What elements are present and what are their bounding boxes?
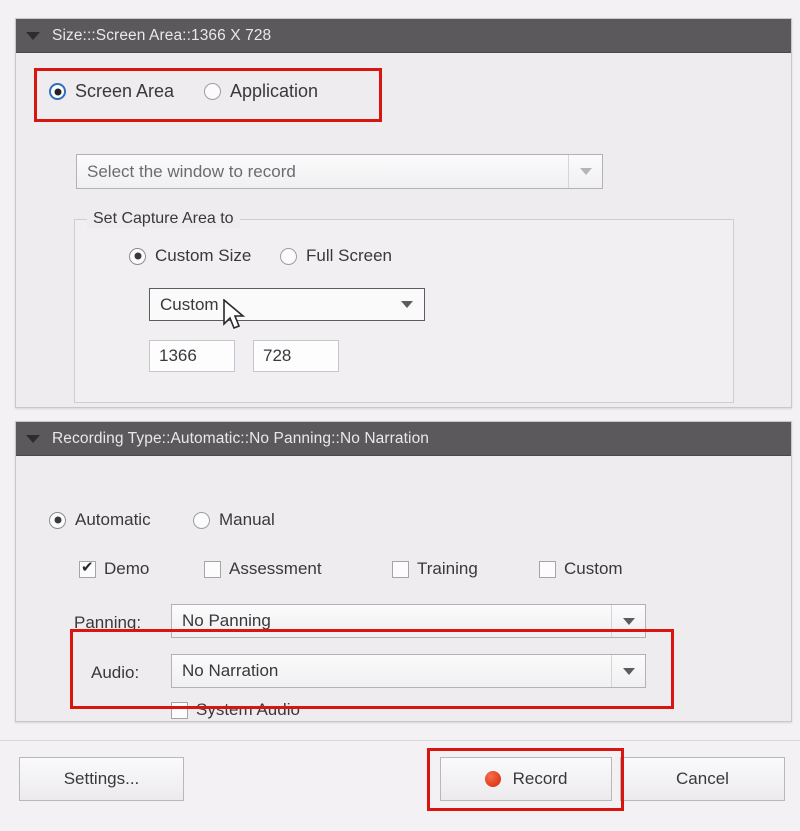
audio-label: Audio: (91, 663, 140, 682)
settings-button-label: Settings... (63, 769, 140, 788)
radio-custom-size[interactable]: Custom Size (129, 246, 251, 266)
checkbox-demo[interactable]: Demo (79, 559, 149, 579)
checkbox-training[interactable]: Training (392, 559, 478, 579)
capture-height-input[interactable]: 728 (253, 340, 339, 372)
checkbox-assessment[interactable]: Assessment (204, 559, 322, 579)
recording-panel-body: Automatic Manual Demo Assessment Trainin… (16, 456, 791, 721)
radio-automatic-label: Automatic (75, 510, 151, 529)
radio-manual-label: Manual (219, 510, 275, 529)
checkbox-demo-label: Demo (104, 559, 150, 578)
capture-width-input[interactable]: 1366 (149, 340, 235, 372)
radio-full-screen-dot[interactable] (280, 247, 297, 265)
radio-manual[interactable]: Manual (193, 510, 275, 530)
radio-screen-area-label: Screen Area (75, 81, 175, 101)
capture-area-legend: Set Capture Area to (87, 210, 240, 228)
recording-panel-header[interactable]: Recording Type::Automatic::No Panning::N… (16, 422, 791, 456)
checkbox-system-audio[interactable]: System Audio (171, 700, 300, 720)
capture-preset-arrow-cell[interactable] (390, 289, 424, 320)
triangle-down-icon[interactable] (26, 31, 40, 40)
capture-area-fieldset: Set Capture Area to Custom Size Full Scr… (74, 210, 734, 403)
checkbox-assessment-box[interactable] (204, 560, 221, 578)
record-button[interactable]: Record (440, 757, 612, 801)
checkbox-system-audio-box[interactable] (171, 701, 188, 719)
chevron-down-icon[interactable] (622, 667, 635, 675)
audio-arrow-cell[interactable] (611, 655, 645, 687)
footer-divider (0, 740, 800, 741)
checkbox-custom[interactable]: Custom (539, 559, 623, 579)
record-dot-icon (484, 771, 501, 787)
radio-full-screen-label: Full Screen (306, 246, 392, 265)
checkbox-training-box[interactable] (392, 560, 409, 578)
radio-custom-size-dot[interactable] (129, 247, 146, 265)
capture-preset-value: Custom (160, 294, 219, 314)
triangle-down-icon[interactable] (26, 434, 40, 443)
size-panel-title: Size:::Screen Area::1366 X 728 (52, 26, 272, 44)
window-select-arrow-cell[interactable] (568, 155, 602, 188)
radio-automatic-dot[interactable] (49, 511, 66, 529)
chevron-down-icon[interactable] (579, 168, 592, 175)
size-panel: Size:::Screen Area::1366 X 728 Screen Ar… (15, 18, 792, 408)
size-panel-body: Screen Area Application Select the windo… (16, 53, 791, 407)
radio-application-label: Application (230, 81, 319, 101)
window-select-value: Select the window to record (87, 161, 296, 181)
panning-combo[interactable]: No Panning (171, 604, 646, 638)
chevron-down-icon[interactable] (622, 617, 635, 625)
audio-value: No Narration (182, 661, 279, 680)
recording-panel-title: Recording Type::Automatic::No Panning::N… (52, 429, 430, 447)
recording-type-panel: Recording Type::Automatic::No Panning::N… (15, 421, 792, 722)
chevron-down-icon[interactable] (401, 301, 413, 308)
panning-value: No Panning (182, 611, 271, 630)
radio-custom-size-label: Custom Size (155, 246, 252, 265)
settings-button[interactable]: Settings... (19, 757, 184, 801)
cancel-button-label: Cancel (676, 769, 729, 788)
checkbox-assessment-label: Assessment (229, 559, 322, 578)
size-panel-header[interactable]: Size:::Screen Area::1366 X 728 (16, 19, 791, 53)
record-button-label: Record (512, 769, 568, 788)
radio-full-screen[interactable]: Full Screen (280, 246, 392, 266)
cancel-button[interactable]: Cancel (620, 757, 785, 801)
checkbox-system-audio-label: System Audio (196, 700, 300, 719)
radio-application[interactable]: Application (204, 81, 318, 102)
radio-screen-area-dot[interactable] (49, 83, 66, 100)
audio-combo[interactable]: No Narration (171, 654, 646, 688)
panning-label: Panning: (74, 613, 142, 632)
capture-preset-combo[interactable]: Custom (149, 288, 425, 321)
checkbox-training-label: Training (417, 559, 478, 578)
radio-application-dot[interactable] (204, 83, 221, 100)
recording-options-dialog: Size:::Screen Area::1366 X 728 Screen Ar… (0, 0, 800, 831)
radio-manual-dot[interactable] (193, 511, 210, 529)
checkbox-custom-label: Custom (564, 559, 623, 578)
window-select-combo[interactable]: Select the window to record (76, 154, 603, 189)
panning-arrow-cell[interactable] (611, 605, 645, 637)
mouse-pointer-icon (223, 299, 246, 330)
checkbox-demo-box[interactable] (79, 559, 96, 578)
radio-automatic[interactable]: Automatic (49, 510, 151, 530)
checkbox-custom-box[interactable] (539, 560, 556, 578)
radio-screen-area[interactable]: Screen Area (49, 81, 174, 102)
